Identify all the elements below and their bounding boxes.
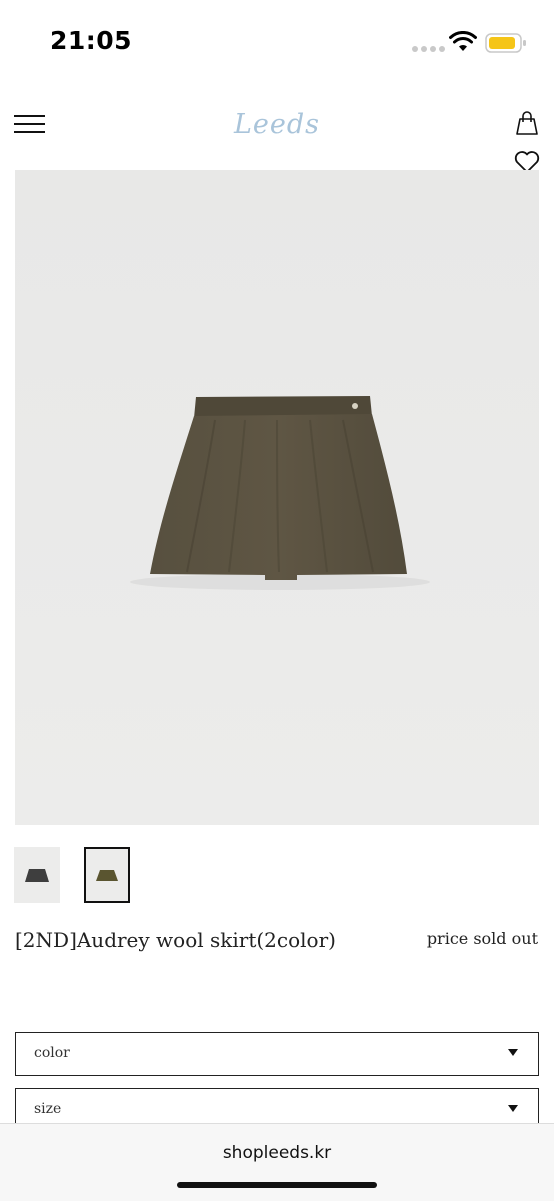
- battery-icon: [485, 33, 526, 53]
- signal-dots-icon: [412, 46, 445, 52]
- product-title: [2ND]Audrey wool skirt(2color): [15, 928, 336, 952]
- skirt-thumbnail-icon: [14, 847, 60, 903]
- wifi-icon: [449, 31, 477, 51]
- thumbnail-color-2[interactable]: [84, 847, 130, 903]
- status-time: 21:05: [50, 26, 133, 55]
- skirt-thumbnail-icon: [86, 849, 128, 901]
- skirt-image: [15, 170, 539, 825]
- site-header: Leeds: [0, 100, 554, 173]
- thumbnail-color-1[interactable]: [14, 847, 60, 903]
- color-select[interactable]: color: [15, 1032, 539, 1076]
- browser-address-bar[interactable]: shopleeds.kr: [0, 1123, 554, 1201]
- browser-url[interactable]: shopleeds.kr: [0, 1143, 554, 1163]
- hamburger-menu-icon[interactable]: [14, 114, 46, 134]
- brand-logo[interactable]: Leeds: [200, 102, 354, 148]
- home-indicator[interactable]: [177, 1182, 377, 1188]
- shopping-bag-icon[interactable]: [514, 110, 540, 136]
- color-select-label: color: [34, 1045, 70, 1061]
- status-bar: 21:05: [0, 0, 554, 90]
- chevron-down-icon: [508, 1049, 518, 1056]
- size-select-label: size: [34, 1101, 62, 1117]
- product-main-image[interactable]: [15, 170, 539, 825]
- chevron-down-icon: [508, 1105, 518, 1112]
- product-price: price sold out: [426, 929, 538, 948]
